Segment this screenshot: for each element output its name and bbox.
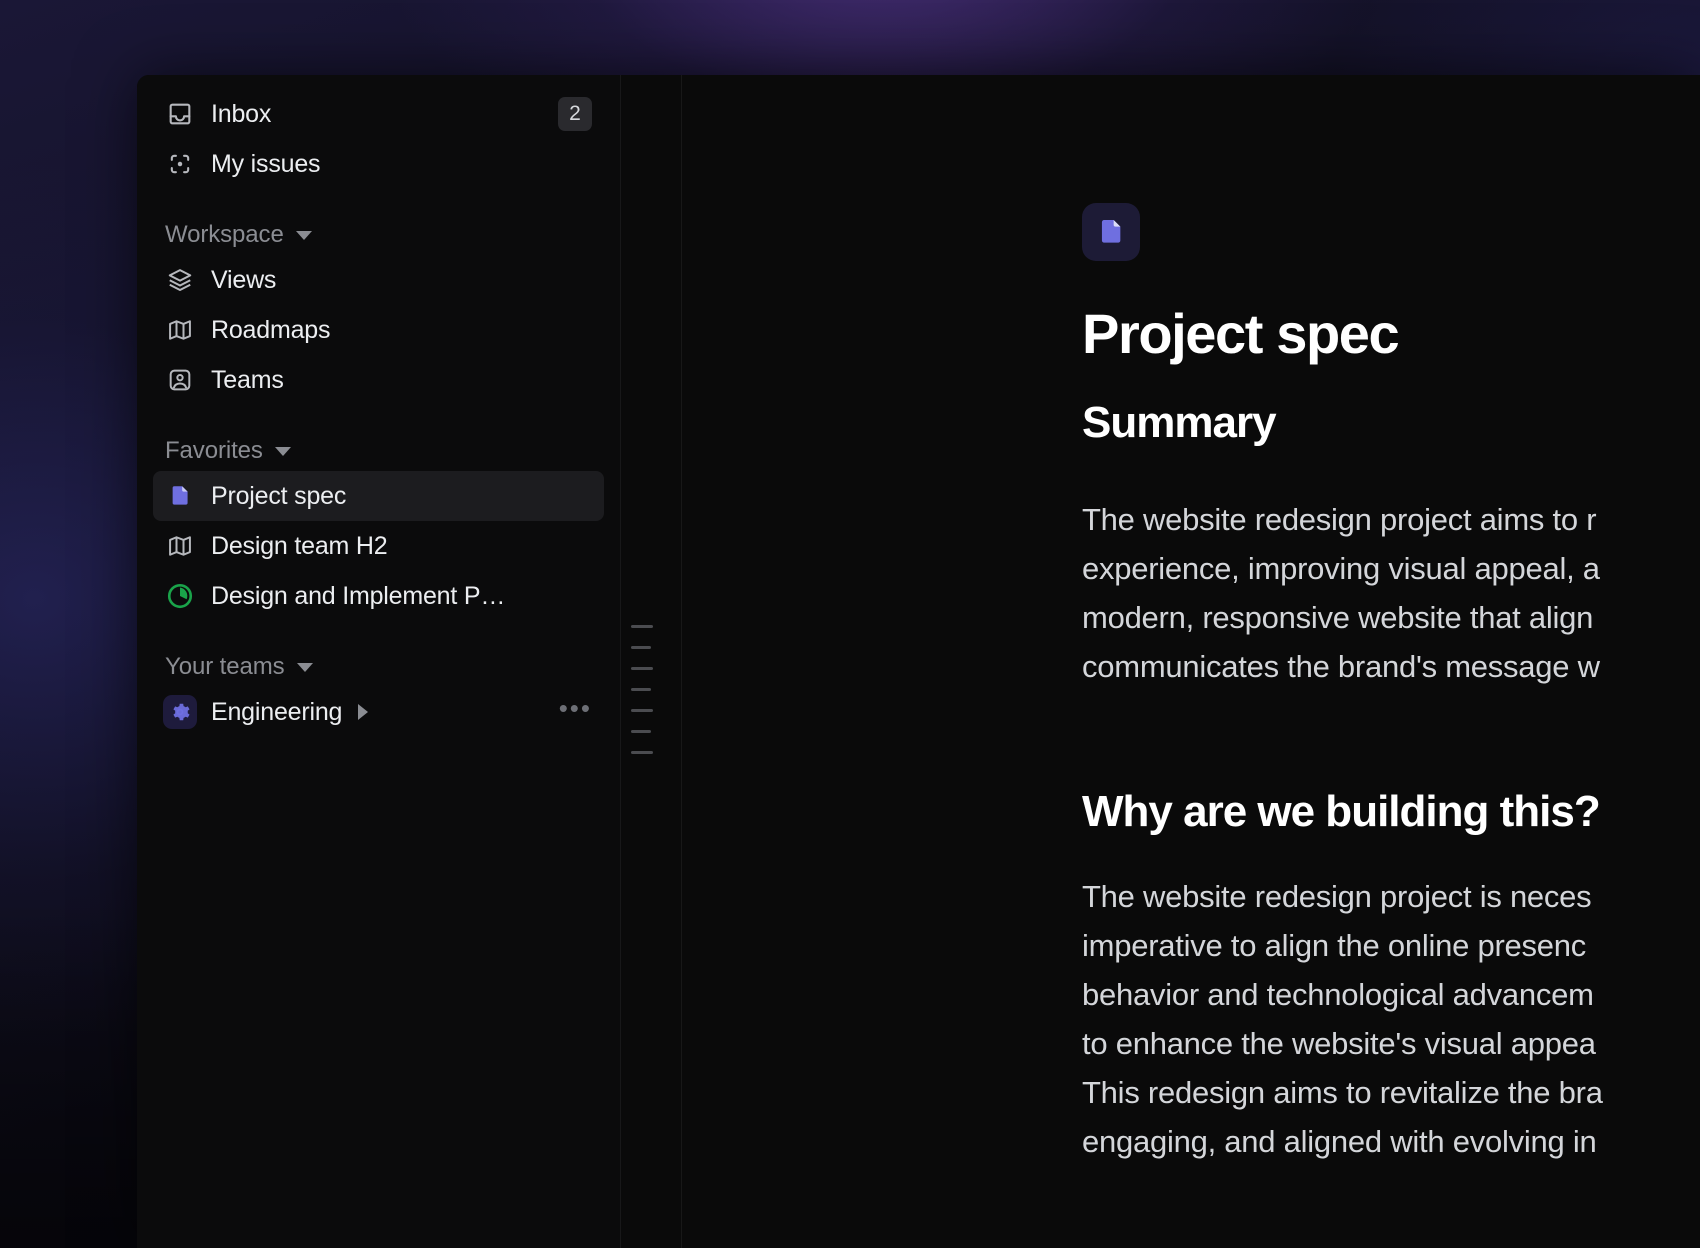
team-icon [165,365,195,395]
chevron-right-icon[interactable] [358,704,368,720]
sidebar-item-my-issues[interactable]: My issues [153,139,604,189]
sidebar-item-label: Design team H2 [211,532,387,561]
progress-icon [165,581,195,611]
sidebar-item-label: Inbox [211,100,271,129]
section-title: Your teams [165,653,285,681]
sidebar-section-your-teams[interactable]: Your teams [153,647,604,687]
section-title: Favorites [165,437,263,465]
sidebar-item-label: Project spec [211,482,346,511]
document-content: Project spec Summary The website redesig… [1082,203,1700,1166]
sidebar-item-label: Design and Implement P… [211,582,505,611]
team-more-options-button[interactable]: ••• [559,703,592,721]
document-icon [165,481,195,511]
chevron-down-icon [297,663,313,672]
outline-mark[interactable] [631,625,653,628]
section-heading-summary[interactable]: Summary [1082,398,1700,447]
paragraph-line: modern, responsive website that align [1082,593,1700,642]
paragraph-line: communicates the brand's message w [1082,642,1700,691]
outline-mark[interactable] [631,709,653,712]
chevron-down-icon [275,447,291,456]
layers-icon [165,265,195,295]
sidebar-item-design-team-h2[interactable]: Design team H2 [153,521,604,571]
outline-mark[interactable] [631,646,651,649]
section-paragraph-summary[interactable]: The website redesign project aims to r e… [1082,495,1700,691]
sidebar-item-label: My issues [211,150,320,179]
target-icon [165,149,195,179]
sidebar-item-label: Engineering [211,698,342,727]
outline-mark[interactable] [631,751,653,754]
inbox-icon [165,99,195,129]
sidebar: Inbox 2 My issues Workspace [137,75,621,1248]
sidebar-section-favorites[interactable]: Favorites [153,431,604,471]
sidebar-item-project-spec[interactable]: Project spec [153,471,604,521]
section-paragraph-why[interactable]: The website redesign project is neces im… [1082,872,1700,1166]
sidebar-item-engineering[interactable]: Engineering ••• [153,687,604,737]
sidebar-item-views[interactable]: Views [153,255,604,305]
outline-mark[interactable] [631,688,651,691]
sidebar-section-workspace[interactable]: Workspace [153,215,604,255]
section-heading-why[interactable]: Why are we building this? [1082,787,1700,836]
page-title[interactable]: Project spec [1082,305,1700,364]
paragraph-line: engaging, and aligned with evolving in [1082,1117,1700,1166]
section-title: Workspace [165,221,284,249]
sidebar-item-teams[interactable]: Teams [153,355,604,405]
chevron-down-icon [296,231,312,240]
document-icon[interactable] [1082,203,1140,261]
paragraph-line: behavior and technological advancem [1082,970,1700,1019]
map-icon [165,315,195,345]
map-icon [165,531,195,561]
document-pane: Project spec Summary The website redesig… [681,75,1700,1248]
sidebar-item-label: Roadmaps [211,316,330,345]
inbox-badge: 2 [558,97,592,131]
sidebar-item-design-and-implement[interactable]: Design and Implement P… [153,571,604,621]
paragraph-line: experience, improving visual appeal, a [1082,544,1700,593]
sidebar-item-label: Views [211,266,276,295]
paragraph-line: The website redesign project aims to r [1082,495,1700,544]
outline-mark[interactable] [631,730,651,733]
paragraph-line: The website redesign project is neces [1082,872,1700,921]
paragraph-line: imperative to align the online presenc [1082,921,1700,970]
paragraph-line: to enhance the website's visual appea [1082,1019,1700,1068]
gear-icon [163,695,197,729]
sidebar-item-roadmaps[interactable]: Roadmaps [153,305,604,355]
sidebar-item-label: Teams [211,366,284,395]
outline-marks[interactable] [631,625,653,754]
paragraph-line: This redesign aims to revitalize the bra [1082,1068,1700,1117]
outline-mark[interactable] [631,667,653,670]
document-outline-rail [621,75,681,1248]
sidebar-item-inbox[interactable]: Inbox 2 [153,89,604,139]
app-window: Inbox 2 My issues Workspace [137,75,1700,1248]
